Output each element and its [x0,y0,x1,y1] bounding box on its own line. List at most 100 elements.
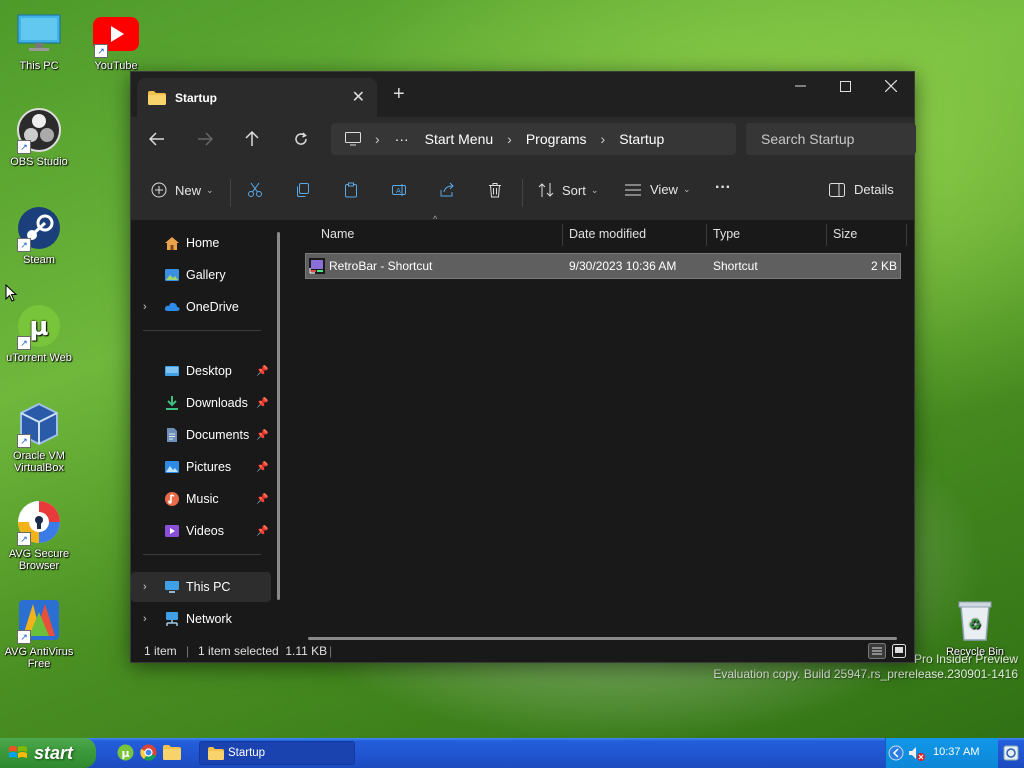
nav-scrollbar[interactable] [277,232,280,600]
desktop-icon-utorrent[interactable]: µ ↗ uTorrent Web [0,302,79,364]
breadcrumb-more[interactable]: ··· [395,131,409,147]
desktop-icon-virtualbox[interactable]: ↗ Oracle VM VirtualBox [0,400,79,474]
search-input[interactable]: Search Startup [746,123,916,155]
taskbar: start µ Startup 10:37 AM [0,738,1024,768]
column-header-name[interactable]: Name [321,220,354,248]
share-icon[interactable] [439,182,455,198]
nav-item-desktop[interactable]: Desktop 📌 [131,356,271,386]
navigation-pane: Home Gallery › OneDrive Desktop 📌 Downlo… [131,220,281,640]
nav-divider [143,330,261,331]
system-tray: 10:37 AM [885,738,998,768]
utorrent-quicklaunch-icon[interactable]: µ [117,744,134,761]
column-divider[interactable] [826,224,827,246]
chevron-right-icon[interactable]: › [143,613,147,625]
breadcrumb-startup[interactable]: Startup [619,131,664,147]
status-divider: | [329,644,333,658]
desktop-icon-this-pc[interactable]: This PC [0,10,79,72]
breadcrumb-start-menu[interactable]: Start Menu [425,131,493,147]
nav-item-this-pc[interactable]: › This PC [131,572,271,602]
column-divider[interactable] [706,224,707,246]
nav-item-videos[interactable]: Videos 📌 [131,516,271,546]
shortcut-arrow-icon: ↗ [17,140,31,154]
retrobar-app-icon [309,258,325,274]
volume-muted-icon[interactable] [908,746,926,762]
virtualbox-icon: ↗ [15,400,63,448]
folder-icon [208,746,224,760]
minimize-button[interactable] [777,72,823,100]
nav-item-downloads[interactable]: Downloads 📌 [131,388,271,418]
desktop-icon-youtube[interactable]: ↗ YouTube [76,10,156,72]
up-arrow-icon[interactable] [245,131,259,147]
pin-icon: 📌 [256,365,269,377]
column-divider[interactable] [906,224,907,246]
new-tab-button[interactable]: + [393,84,405,104]
rename-icon[interactable]: A [391,182,407,198]
column-header-size[interactable]: Size [833,220,857,248]
status-divider: | [186,644,190,658]
start-button[interactable]: start [0,738,96,768]
see-more-button[interactable]: ··· [715,179,731,197]
delete-icon[interactable] [487,182,503,198]
nav-item-pictures[interactable]: Pictures 📌 [131,452,271,482]
close-window-button[interactable] [868,72,914,100]
nav-item-onedrive[interactable]: › OneDrive [131,292,271,322]
desktop-icon-avg-browser[interactable]: ↗ AVG Secure Browser [0,498,79,572]
download-icon [166,396,178,410]
file-row-selected[interactable]: RetroBar - Shortcut 9/30/2023 10:36 AM S… [305,253,901,279]
avg-antivirus-icon: ↗ [15,596,63,644]
desktop-icon-obs[interactable]: ↗ OBS Studio [0,106,79,168]
nav-item-documents[interactable]: Documents 📌 [131,420,271,450]
notification-icon[interactable] [1003,745,1019,761]
forward-arrow-icon[interactable] [197,132,213,146]
this-pc-icon [345,132,361,146]
paste-icon[interactable] [343,182,359,198]
svg-text:µ: µ [29,312,48,342]
chevron-down-icon: ⌄ [682,184,691,194]
column-header-type[interactable]: Type [713,220,740,248]
column-divider[interactable] [562,224,563,246]
taskbar-button-startup[interactable]: Startup [199,741,355,765]
shortcut-arrow-icon: ↗ [17,336,31,350]
chevron-right-icon[interactable]: › [143,301,147,313]
refresh-icon[interactable] [294,132,308,146]
shortcut-arrow-icon: ↗ [17,434,31,448]
explorer-quicklaunch-icon[interactable] [163,745,181,760]
desktop-icon-avg-antivirus[interactable]: ↗ AVG AntiVirus Free [0,596,79,670]
tab-startup[interactable]: Startup ✕ [137,78,377,117]
nav-item-network[interactable]: › Network [131,604,271,634]
details-button[interactable]: Details [829,182,894,197]
svg-text:A: A [396,187,401,195]
svg-text:♻: ♻ [969,617,982,633]
utorrent-icon: µ ↗ [15,302,63,350]
breadcrumb-programs[interactable]: Programs [526,131,587,147]
new-button[interactable]: New ⌄ [151,182,214,198]
onedrive-cloud-icon [164,302,180,311]
close-tab-icon[interactable]: ✕ [352,87,365,107]
nav-item-gallery[interactable]: Gallery [131,260,271,290]
title-bar: Startup ✕ + [131,72,914,117]
sort-button[interactable]: Sort ⌄ [538,182,598,198]
clock[interactable]: 10:37 AM [933,746,979,758]
shortcut-arrow-icon: ↗ [94,44,108,58]
document-icon [167,428,177,442]
cut-icon[interactable] [247,182,263,198]
back-arrow-icon[interactable] [149,132,165,146]
desktop-icon-steam[interactable]: ↗ Steam [0,204,79,266]
nav-item-music[interactable]: Music 📌 [131,484,271,514]
chevron-right-icon[interactable]: › [143,581,147,593]
nav-item-home[interactable]: Home [131,228,271,258]
address-breadcrumb[interactable]: › ··· Start Menu › Programs › Startup [331,123,736,155]
start-label: start [34,742,74,763]
desktop-icon-recycle-bin[interactable]: ♻ Recycle Bin [935,596,1015,658]
view-button[interactable]: View ⌄ [625,182,691,197]
maximize-button[interactable] [822,72,868,100]
copy-icon[interactable] [295,182,311,198]
chrome-quicklaunch-icon[interactable] [140,744,157,761]
show-hidden-icons-icon[interactable] [888,745,904,761]
large-icons-view-icon[interactable] [891,643,907,659]
details-view-icon[interactable] [868,643,886,659]
column-header-date[interactable]: Date modified [569,220,646,248]
minimize-icon [794,85,806,87]
file-explorer-window: Startup ✕ + › ··· Start Menu › Programs … [130,71,916,663]
maximize-icon [839,80,851,92]
